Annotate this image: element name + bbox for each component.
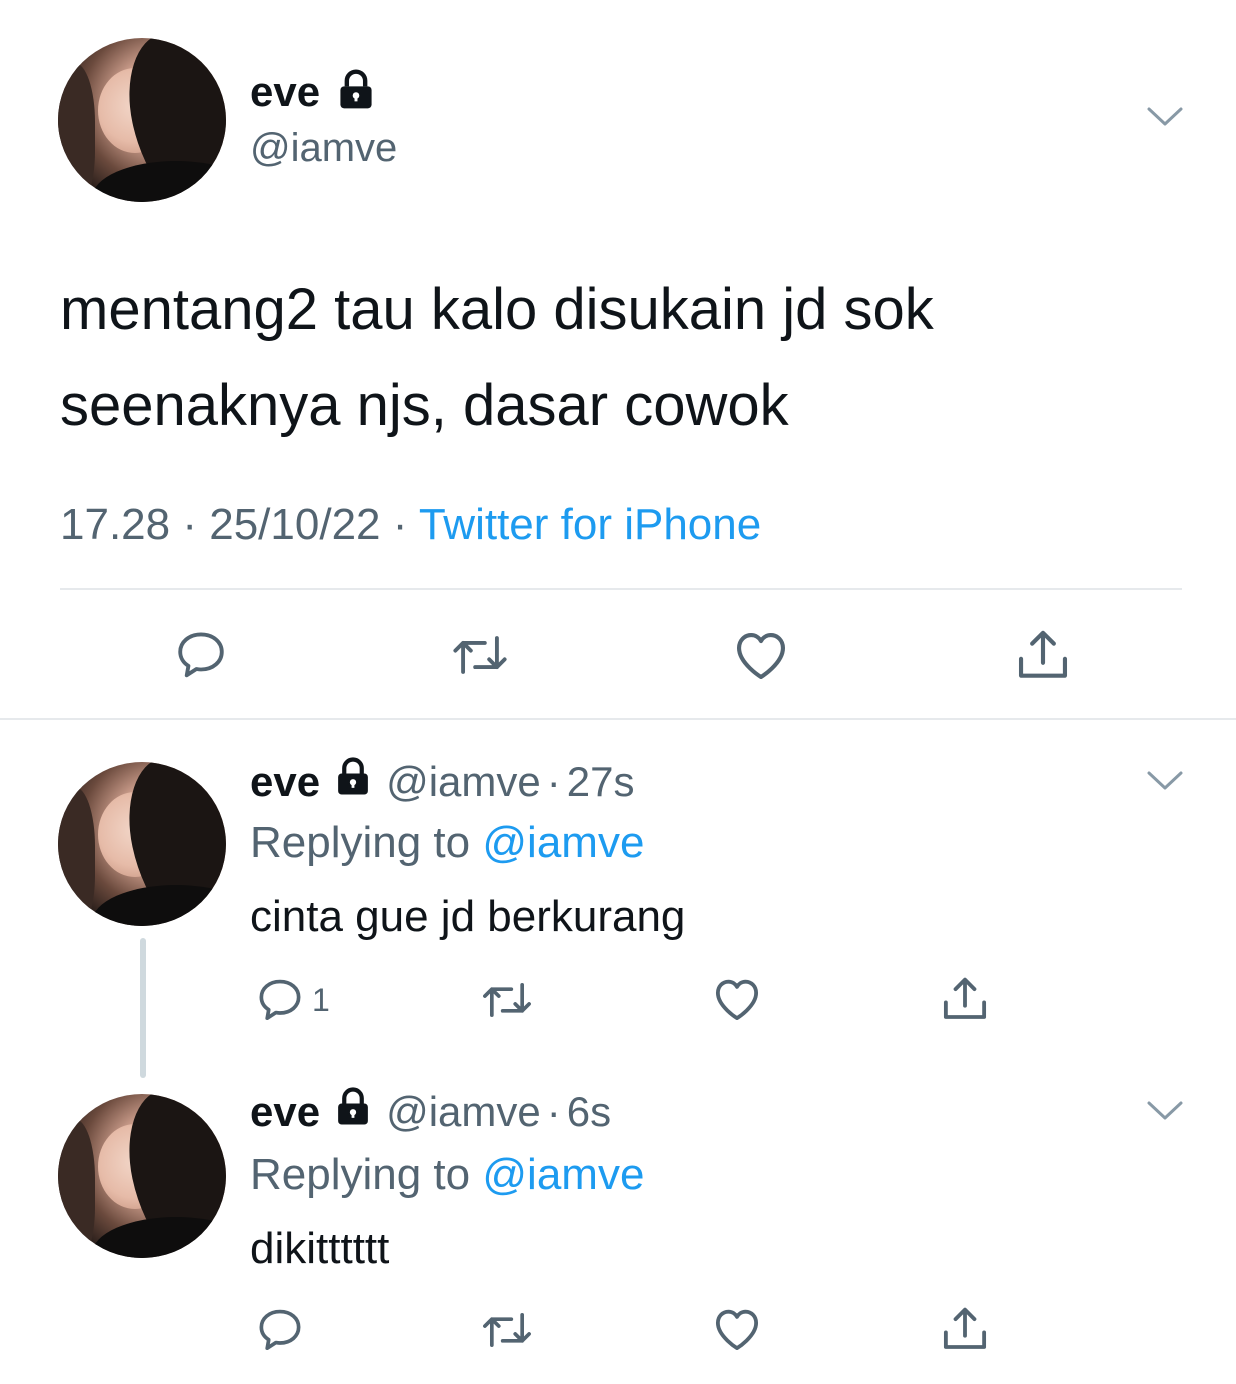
separator: · (182, 500, 197, 549)
replying-to: Replying to @iamve (250, 1150, 644, 1200)
tweet-date[interactable]: 25/10/22 (209, 500, 380, 549)
display-name[interactable]: eve (250, 758, 320, 806)
share-icon (1018, 630, 1068, 678)
separator: · (392, 500, 408, 549)
tweet-source-link[interactable]: Twitter for iPhone (419, 500, 761, 549)
avatar[interactable] (58, 38, 226, 202)
share-button[interactable] (1012, 624, 1074, 686)
replying-to-link[interactable]: @iamve (482, 818, 644, 867)
tweet-time[interactable]: 17.28 (60, 500, 170, 549)
tweet-text-line: mentang2 tau kalo disukain jd sok (60, 277, 934, 342)
user-handle[interactable]: @iamve (250, 126, 397, 171)
avatar[interactable] (58, 1094, 226, 1258)
reply-button[interactable] (172, 626, 230, 684)
tweet-text-line: seenaknya njs, dasar cowok (60, 373, 789, 438)
chevron-down-icon[interactable] (1146, 104, 1184, 130)
reply-button[interactable] (254, 1304, 306, 1356)
share-button[interactable] (938, 972, 992, 1026)
replying-to-link[interactable]: @iamve (482, 1150, 644, 1199)
tweet-age[interactable]: 6s (567, 1088, 611, 1136)
user-handle[interactable]: @iamve (386, 1088, 541, 1136)
reply-button[interactable]: 1 (254, 974, 330, 1026)
separator: · (546, 758, 561, 805)
divider (60, 588, 1182, 590)
replying-to-label: Replying to (250, 818, 471, 867)
like-button[interactable] (710, 972, 764, 1026)
share-icon (943, 1307, 987, 1349)
replying-to: Replying to @iamve (250, 818, 644, 868)
retweet-icon (453, 636, 507, 674)
share-button[interactable] (938, 1302, 992, 1356)
user-handle[interactable]: @iamve (386, 758, 541, 806)
speech-bubble-icon (259, 1309, 301, 1351)
share-icon (943, 977, 987, 1019)
tweet-text: dikitttttt (250, 1224, 390, 1273)
tweet-meta: 17.28 · 25/10/22 · Twitter for iPhone (60, 500, 761, 550)
heart-icon (715, 1309, 759, 1351)
lock-icon (332, 756, 374, 808)
reply-count: 1 (312, 981, 330, 1018)
heart-icon (715, 979, 759, 1021)
divider (0, 718, 1236, 720)
replying-to-label: Replying to (250, 1150, 471, 1199)
chevron-down-icon[interactable] (1146, 768, 1184, 794)
tweet-age[interactable]: 27s (567, 758, 635, 806)
tweet-text: mentang2 tau kalo disukain jd sok seenak… (60, 262, 934, 454)
display-name[interactable]: eve (250, 1088, 320, 1136)
retweet-button[interactable] (478, 1304, 536, 1356)
tweet-text: cinta gue jd berkurang (250, 892, 686, 941)
speech-bubble-icon (178, 632, 224, 678)
retweet-button[interactable] (478, 974, 536, 1026)
separator: · (546, 1088, 561, 1135)
heart-icon (736, 633, 786, 680)
retweet-icon (483, 982, 531, 1018)
thread-line (140, 938, 146, 1078)
lock-icon (332, 1086, 374, 1138)
lock-icon (334, 68, 378, 117)
retweet-button[interactable] (448, 626, 512, 684)
display-name[interactable]: eve (250, 68, 320, 116)
like-button[interactable] (710, 1302, 764, 1356)
retweet-icon (483, 1312, 531, 1348)
like-button[interactable] (730, 624, 792, 686)
avatar[interactable] (58, 762, 226, 926)
speech-bubble-icon (259, 979, 301, 1021)
chevron-down-icon[interactable] (1146, 1098, 1184, 1124)
